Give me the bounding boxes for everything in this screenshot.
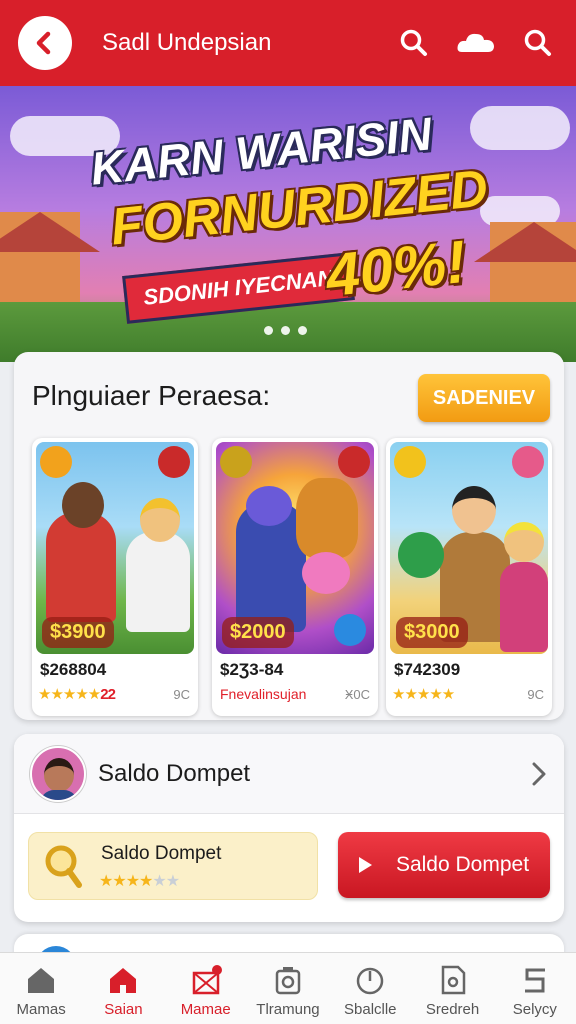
wallet-section: Saldo Dompet Saldo Dompet ★★★★★★ Saldo D… bbox=[14, 734, 564, 922]
game-thumbnail: $2000 bbox=[216, 442, 374, 654]
nav-item-mamae[interactable]: Mamae bbox=[165, 953, 247, 1024]
rating-stars: ★★★★★22 bbox=[38, 686, 116, 703]
game-thumbnail: $3000 bbox=[390, 442, 548, 654]
game-meta: 9C bbox=[527, 687, 544, 702]
wallet-header[interactable]: Saldo Dompet bbox=[14, 734, 564, 814]
wallet-button-label: Saldo Dompet bbox=[395, 853, 530, 876]
carousel-dot[interactable] bbox=[264, 326, 273, 335]
game-art-price: $3900 bbox=[42, 617, 114, 648]
carousel-dot[interactable] bbox=[281, 326, 290, 335]
home-icon bbox=[110, 968, 137, 993]
nav-label: Selycy bbox=[512, 1001, 557, 1018]
chevron-right-icon bbox=[532, 762, 546, 786]
search-button-2[interactable] bbox=[518, 23, 558, 63]
badge-icon bbox=[158, 446, 190, 478]
nav-label: Sredreh bbox=[425, 1001, 480, 1018]
power-icon bbox=[357, 967, 384, 995]
game-thumbnail: $3900 bbox=[36, 442, 194, 654]
badge-icon bbox=[338, 446, 370, 478]
balance-box[interactable]: Saldo Dompet ★★★★★★ bbox=[28, 832, 318, 900]
wallet-title: Saldo Dompet bbox=[98, 760, 251, 787]
cloud-icon bbox=[457, 33, 494, 52]
rating-count: 22 bbox=[100, 686, 116, 703]
nav-label: Sbalclle bbox=[344, 1001, 397, 1018]
cloud-button[interactable] bbox=[456, 23, 496, 63]
nav-label: Tlramung bbox=[256, 1001, 320, 1018]
cloud-decoration bbox=[470, 106, 570, 150]
home-icon bbox=[28, 968, 55, 993]
banner-percent: 40%! bbox=[322, 227, 470, 310]
nav-label: Mamae bbox=[180, 1001, 231, 1018]
wallet-play-button[interactable]: Saldo Dompet bbox=[338, 832, 550, 898]
game-art-price: $2000 bbox=[222, 617, 294, 648]
coin-icon bbox=[40, 446, 72, 478]
search-button[interactable] bbox=[394, 23, 434, 63]
promo-banner[interactable]: KARN WARISIN FORNURDIZED SDONIH IYECNAN … bbox=[0, 86, 576, 362]
game-price: $268804 bbox=[40, 660, 107, 679]
app-header: Sadl Undepsian bbox=[0, 0, 576, 86]
game-subtitle: Fnevalinsujan bbox=[220, 686, 307, 702]
search-icon bbox=[400, 29, 427, 56]
promo-section: Plnguiaer Peraesa: SADENIEV $3900 $26880… bbox=[14, 352, 564, 720]
rating-stars: ★★★★★★ bbox=[99, 873, 180, 890]
nav-label: Mamas bbox=[16, 1001, 66, 1018]
play-icon bbox=[358, 857, 372, 873]
promo-action-button[interactable]: SADENIEV bbox=[418, 374, 550, 422]
avatar bbox=[30, 746, 86, 802]
camera-icon bbox=[275, 967, 301, 995]
gift-icon bbox=[192, 965, 222, 995]
game-price: $742309 bbox=[394, 660, 461, 679]
game-meta: Ӿ0C bbox=[344, 687, 370, 702]
s-icon bbox=[524, 968, 545, 993]
nav-label: Saian bbox=[104, 1001, 143, 1018]
search-icon bbox=[524, 29, 551, 56]
chevron-left-icon bbox=[36, 31, 51, 55]
game-card[interactable]: $2000 $2Ʒ3-84 Fnevalinsujan Ӿ0C bbox=[212, 438, 378, 716]
page-title: Sadl Undepsian bbox=[102, 29, 272, 56]
game-card[interactable]: $3000 $742309 ★★★★★ 9C bbox=[386, 438, 552, 716]
carousel-indicator[interactable] bbox=[264, 326, 307, 335]
nav-item-sbalclle[interactable]: Sbalclle bbox=[329, 953, 411, 1024]
roof-decoration bbox=[474, 222, 576, 262]
bottom-navigation: Mamas Saian Mamae Tlramung Sbalclle Sred… bbox=[0, 952, 576, 1024]
coin-icon bbox=[220, 446, 252, 478]
carousel-dot[interactable] bbox=[298, 326, 307, 335]
game-price: $2Ʒ3-84 bbox=[220, 660, 284, 679]
nav-item-mamas[interactable]: Mamas bbox=[0, 953, 82, 1024]
rating-stars: ★★★★★ bbox=[392, 686, 455, 703]
balance-label: Saldo Dompet bbox=[101, 843, 222, 864]
nav-item-saian[interactable]: Saian bbox=[82, 953, 164, 1024]
game-card[interactable]: $3900 $268804 ★★★★★22 9C bbox=[32, 438, 198, 716]
game-art-price: $3000 bbox=[396, 617, 468, 648]
magnifier-coin-icon bbox=[45, 845, 82, 888]
roof-decoration bbox=[0, 212, 100, 252]
document-icon bbox=[441, 965, 465, 995]
nav-item-selycy[interactable]: Selycy bbox=[494, 953, 576, 1024]
nav-item-tlramung[interactable]: Tlramung bbox=[247, 953, 329, 1024]
coin-icon bbox=[394, 446, 426, 478]
fruit-icon bbox=[512, 446, 544, 478]
orb-icon bbox=[334, 614, 366, 646]
section-title: Plnguiaer Peraesa: bbox=[32, 380, 271, 411]
back-button[interactable] bbox=[18, 16, 72, 70]
game-meta: 9C bbox=[173, 687, 190, 702]
nav-item-sredreh[interactable]: Sredreh bbox=[411, 953, 493, 1024]
